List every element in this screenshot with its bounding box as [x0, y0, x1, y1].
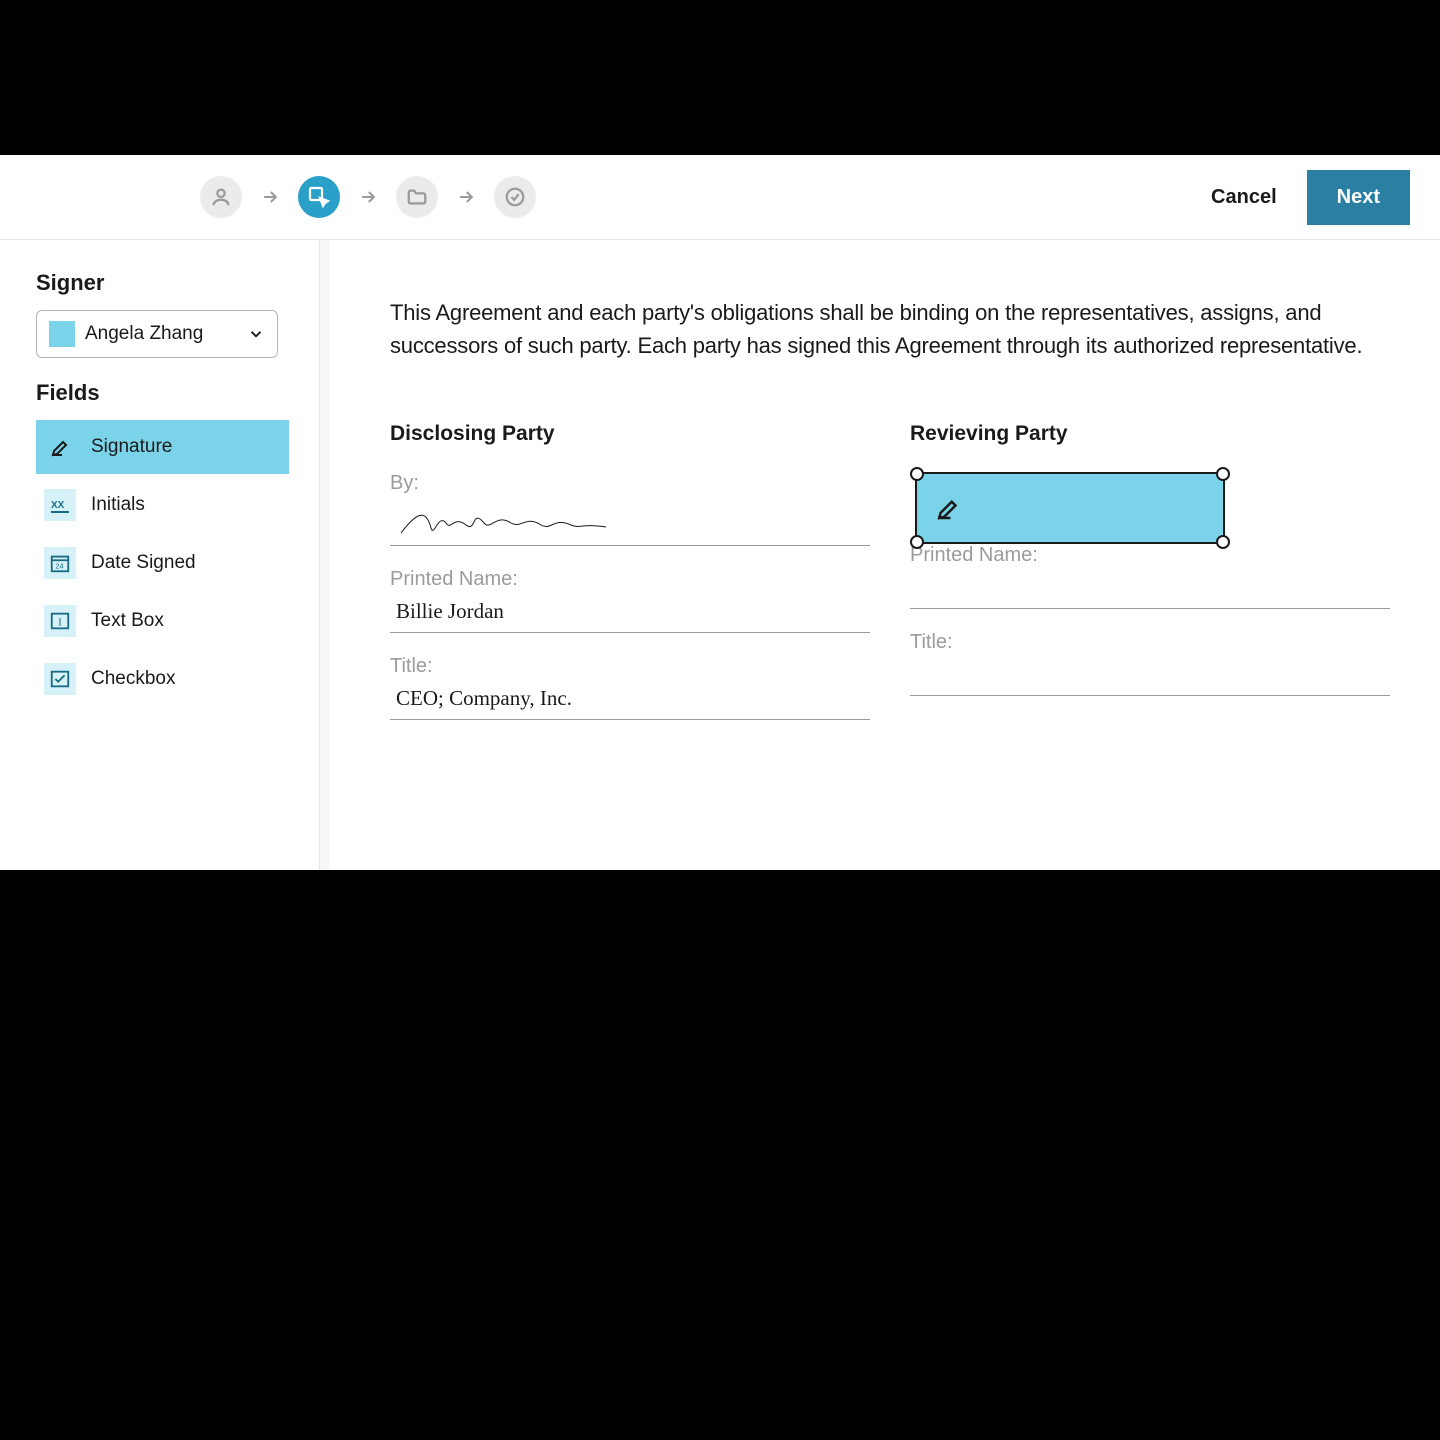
title-label: Title:: [910, 631, 1390, 654]
person-icon: [210, 186, 232, 208]
title-label: Title:: [390, 655, 870, 678]
resize-handle-tl[interactable]: [910, 467, 924, 481]
sidebar: Signer Angela Zhang Fields Signature XX: [0, 240, 320, 870]
signature-icon: [44, 431, 76, 463]
cursor-box-icon: [307, 185, 331, 209]
agreement-paragraph: This Agreement and each party's obligati…: [390, 296, 1390, 362]
placed-signature-field[interactable]: [915, 472, 1225, 544]
header-actions: Cancel Next: [1211, 170, 1410, 225]
checkbox-icon: [44, 663, 76, 695]
signature-icon: [933, 493, 963, 523]
receiving-party-title: Revieving Party: [910, 422, 1390, 446]
printed-name-line: [910, 571, 1390, 609]
header: Cancel Next: [0, 155, 1440, 240]
title-line: CEO; Company, Inc.: [390, 682, 870, 720]
signer-heading: Signer: [36, 270, 289, 296]
parties: Disclosing Party By: Printed Name: Billi…: [390, 422, 1390, 742]
initials-icon: XX: [44, 489, 76, 521]
resize-handle-tr[interactable]: [1216, 467, 1230, 481]
signer-selected-name: Angela Zhang: [85, 323, 237, 345]
resize-handle-br[interactable]: [1216, 535, 1230, 549]
check-circle-icon: [504, 186, 526, 208]
disclosing-party: Disclosing Party By: Printed Name: Billi…: [390, 422, 870, 742]
field-label: Date Signed: [91, 552, 196, 574]
svg-text:24: 24: [55, 562, 63, 571]
printed-name-label: Printed Name:: [390, 568, 870, 591]
field-label: Checkbox: [91, 668, 176, 690]
receiving-party: Revieving Party Printed Name: Title:: [910, 422, 1390, 742]
field-label: Text Box: [91, 610, 164, 632]
step-send[interactable]: [494, 176, 536, 218]
arrow-right-icon: [260, 187, 280, 207]
step-signers[interactable]: [200, 176, 242, 218]
resize-handle-bl[interactable]: [910, 535, 924, 549]
field-item-initials[interactable]: XX Initials: [36, 478, 289, 532]
next-button[interactable]: Next: [1307, 170, 1410, 225]
signature-scribble-icon: [396, 503, 656, 541]
printed-name-label: Printed Name:: [910, 544, 1390, 567]
cancel-button[interactable]: Cancel: [1211, 186, 1277, 209]
document-canvas[interactable]: This Agreement and each party's obligati…: [330, 240, 1440, 870]
app-window: Cancel Next Signer Angela Zhang Fields S…: [0, 155, 1440, 870]
title-line: [910, 658, 1390, 696]
calendar-icon: 24: [44, 547, 76, 579]
body: Signer Angela Zhang Fields Signature XX: [0, 240, 1440, 870]
signature-line: [390, 499, 870, 546]
arrow-right-icon: [456, 187, 476, 207]
field-item-signature[interactable]: Signature: [36, 420, 289, 474]
title-value: CEO; Company, Inc.: [396, 686, 572, 710]
chevron-down-icon: [247, 325, 265, 343]
by-label: By:: [390, 472, 870, 495]
signer-dropdown[interactable]: Angela Zhang: [36, 310, 278, 358]
fields-list: Signature XX Initials 24 Date Signed: [36, 420, 289, 706]
printed-name-line: Billie Jordan: [390, 595, 870, 633]
step-place-fields[interactable]: [298, 176, 340, 218]
arrow-right-icon: [358, 187, 378, 207]
signer-color-swatch: [49, 321, 75, 347]
field-label: Initials: [91, 494, 145, 516]
folder-icon: [406, 186, 428, 208]
fields-heading: Fields: [36, 380, 289, 406]
field-item-date-signed[interactable]: 24 Date Signed: [36, 536, 289, 590]
svg-text:XX: XX: [51, 500, 65, 511]
disclosing-party-title: Disclosing Party: [390, 422, 870, 446]
field-label: Signature: [91, 436, 172, 458]
step-review[interactable]: [396, 176, 438, 218]
printed-name-value: Billie Jordan: [396, 599, 504, 623]
svg-text:I: I: [58, 617, 62, 629]
field-item-text-box[interactable]: I Text Box: [36, 594, 289, 648]
textbox-icon: I: [44, 605, 76, 637]
field-item-checkbox[interactable]: Checkbox: [36, 652, 289, 706]
progress-steps: [200, 176, 536, 218]
